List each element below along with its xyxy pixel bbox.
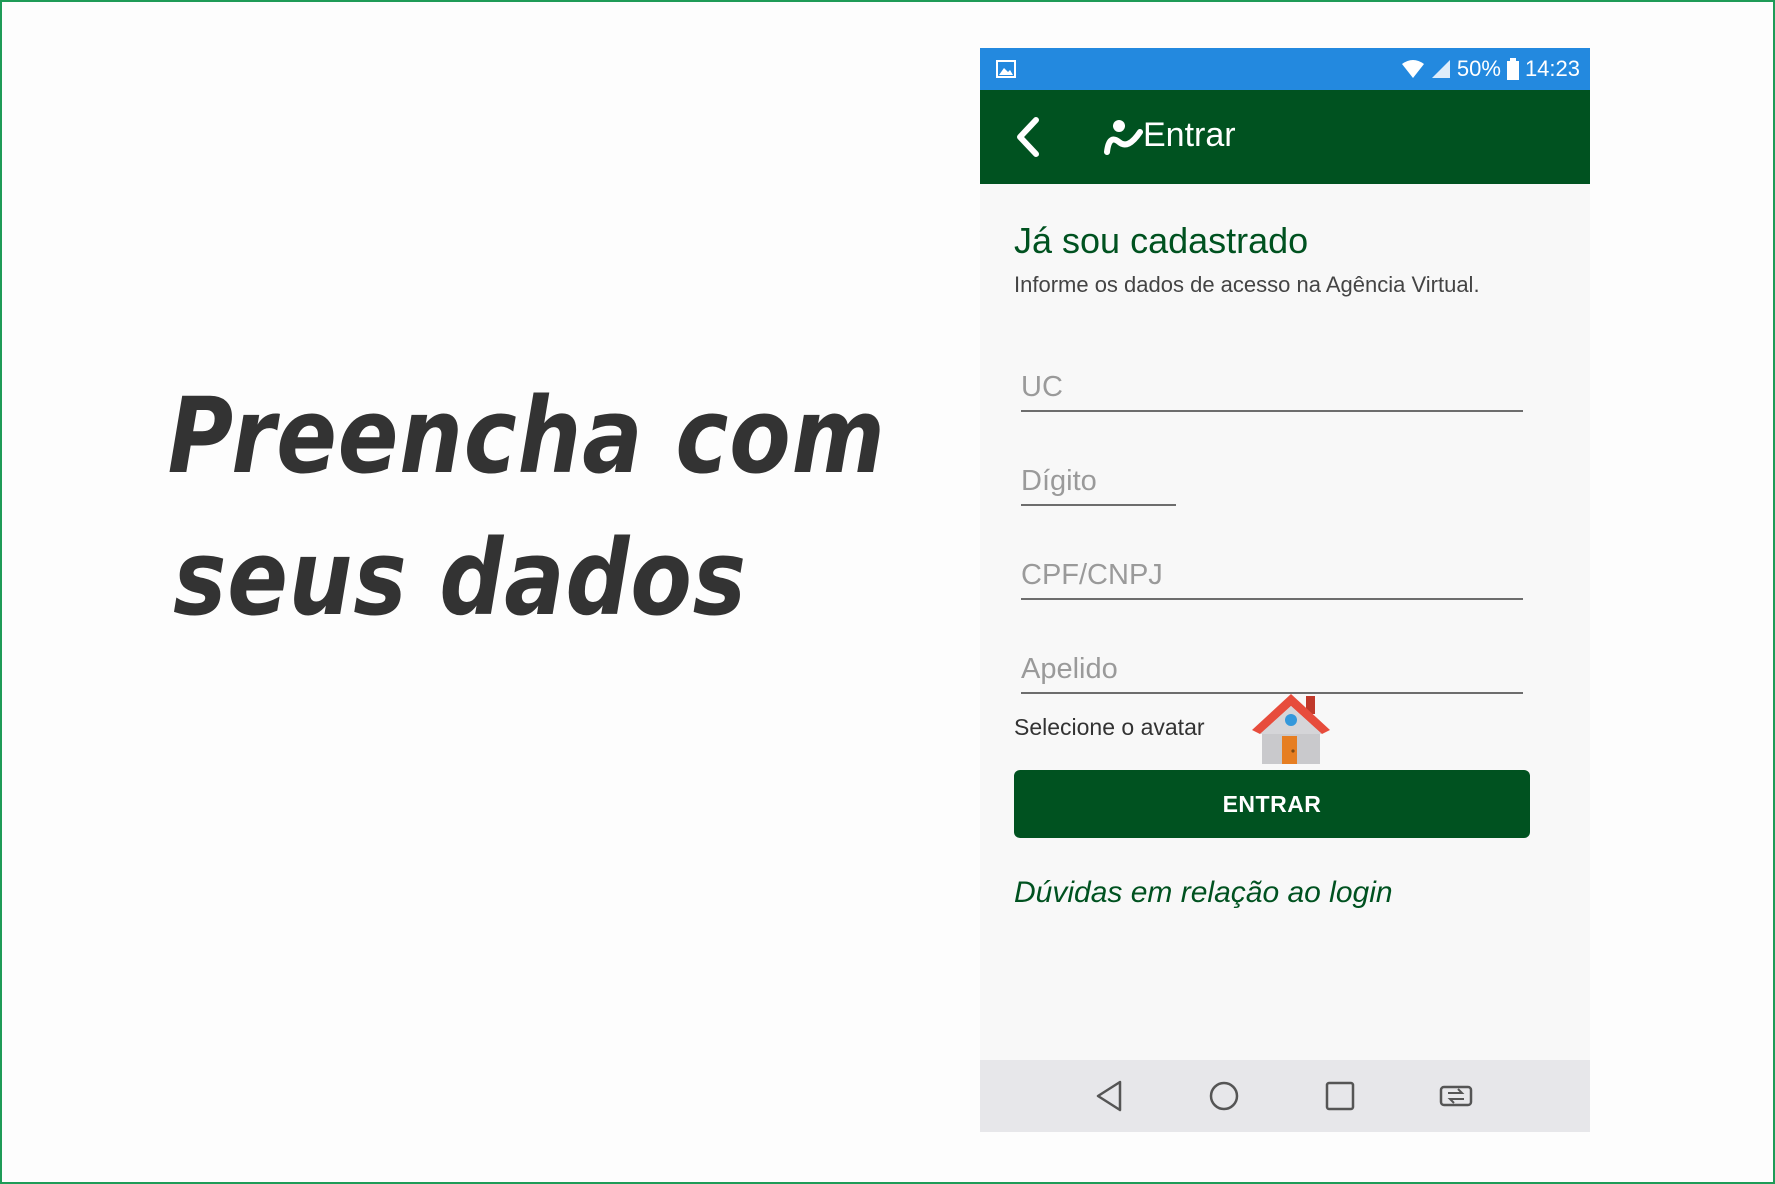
gallery-icon — [996, 60, 1016, 78]
nav-home-icon[interactable] — [1206, 1078, 1242, 1114]
signal-icon — [1431, 60, 1450, 78]
battery-percent: 50% — [1456, 56, 1501, 81]
apelido-field — [1021, 646, 1523, 694]
back-arrow-icon[interactable] — [1010, 114, 1046, 160]
uc-field — [1021, 364, 1523, 412]
enter-button[interactable]: ENTRAR — [1014, 770, 1530, 838]
form-heading: Já sou cadastrado — [1014, 220, 1309, 261]
house-icon[interactable] — [1250, 690, 1332, 766]
login-help-link[interactable]: Dúvidas em relação ao login — [1014, 876, 1393, 910]
nav-recents-icon[interactable] — [1322, 1078, 1358, 1114]
avatar-label: Selecione o avatar — [1014, 714, 1205, 740]
digito-field — [1021, 458, 1176, 506]
app-bar: Entrar — [980, 90, 1590, 184]
cpf-cnpj-input[interactable] — [1021, 552, 1523, 599]
headline-line-2: seus dados — [173, 517, 747, 639]
status-bar: 50% 14:23 — [980, 48, 1590, 90]
wifi-icon — [1401, 60, 1424, 78]
nav-back-icon[interactable] — [1092, 1078, 1128, 1114]
cpf-field — [1021, 552, 1523, 600]
clock: 14:23 — [1524, 56, 1580, 81]
apelido-input[interactable] — [1021, 646, 1523, 693]
uc-input[interactable] — [1021, 364, 1523, 411]
app-bar-title: Entrar — [1143, 116, 1236, 154]
headline-line-1: Preencha com — [167, 375, 886, 497]
phone-screen: 50% 14:23 Entrar Já sou cadastrado Infor… — [980, 48, 1590, 1132]
brand-logo-icon — [1104, 120, 1143, 155]
battery-icon — [1506, 58, 1519, 80]
form-subheading: Informe os dados de acesso na Agência Vi… — [1014, 272, 1480, 297]
slide-headline: Preencha com seus dados — [167, 365, 886, 649]
digito-input[interactable] — [1021, 458, 1176, 505]
nav-switch-icon[interactable] — [1438, 1078, 1474, 1114]
android-nav-bar — [980, 1060, 1590, 1132]
